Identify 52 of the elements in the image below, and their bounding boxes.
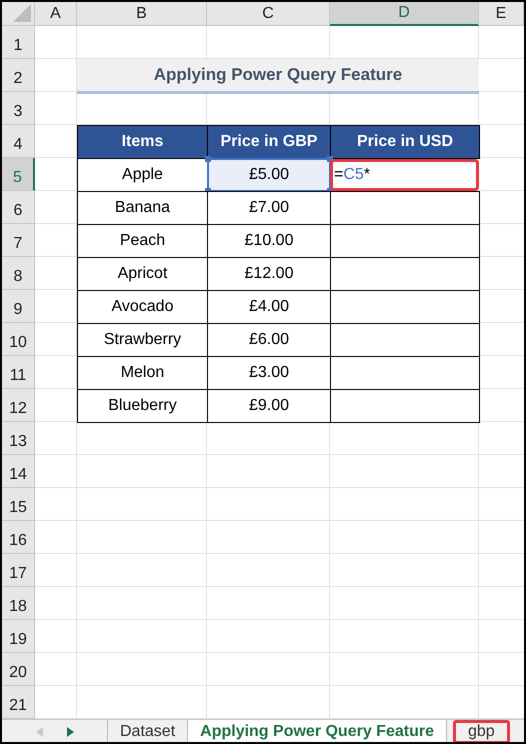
row-header[interactable]: 4: [2, 125, 35, 158]
row-header[interactable]: 15: [2, 488, 35, 521]
table-cell: £3.00: [207, 356, 331, 390]
previous-sheet-icon[interactable]: [36, 727, 44, 737]
table-cell: £6.00: [207, 323, 331, 357]
row-header[interactable]: 1: [2, 26, 35, 59]
row-header[interactable]: 6: [2, 191, 35, 224]
row-header[interactable]: 17: [2, 554, 35, 587]
row-header[interactable]: 5: [2, 158, 35, 191]
row-header[interactable]: 7: [2, 224, 35, 257]
formula-cell[interactable]: =C5*: [330, 159, 479, 191]
column-header[interactable]: D: [330, 2, 479, 26]
column-header[interactable]: A: [35, 2, 77, 26]
sheet-tab[interactable]: gbp: [452, 720, 510, 742]
row-header[interactable]: 9: [2, 290, 35, 323]
table-header-cell: Price in GBP: [207, 125, 331, 159]
table-cell: £9.00: [207, 389, 331, 423]
row-header[interactable]: 10: [2, 323, 35, 356]
table-cell: Melon: [77, 356, 208, 390]
table-cell: Avocado: [77, 290, 208, 324]
row-header[interactable]: 2: [2, 59, 35, 92]
row-header[interactable]: 3: [2, 92, 35, 125]
table-cell: £7.00: [207, 191, 331, 225]
row-header[interactable]: 11: [2, 356, 35, 389]
sheet-title: Applying Power Query Feature: [77, 59, 479, 94]
table-cell: £4.00: [207, 290, 331, 324]
row-header[interactable]: 16: [2, 521, 35, 554]
column-header[interactable]: B: [77, 2, 207, 26]
table-cell: Blueberry: [77, 389, 208, 423]
next-sheet-icon[interactable]: [66, 727, 74, 737]
column-header[interactable]: E: [479, 2, 524, 26]
table-cell: £10.00: [207, 224, 331, 258]
table-cell: £12.00: [207, 257, 331, 291]
row-header[interactable]: 8: [2, 257, 35, 290]
row-header[interactable]: 13: [2, 422, 35, 455]
row-header[interactable]: 19: [2, 620, 35, 653]
select-all-icon[interactable]: [13, 4, 31, 22]
table-cell: Strawberry: [77, 323, 208, 357]
table-cell: Apricot: [77, 257, 208, 291]
table-header-cell: Price in USD: [330, 125, 480, 159]
column-header[interactable]: C: [207, 2, 330, 26]
row-header[interactable]: 20: [2, 653, 35, 686]
row-header[interactable]: 21: [2, 686, 35, 719]
table-cell: Apple: [77, 158, 208, 192]
row-header[interactable]: 14: [2, 455, 35, 488]
table-cell: Peach: [77, 224, 208, 258]
row-header[interactable]: 18: [2, 587, 35, 620]
sheet-tab[interactable]: Applying Power Query Feature: [188, 720, 447, 742]
row-header[interactable]: 12: [2, 389, 35, 422]
table-header-cell: Items: [77, 125, 208, 159]
table-cell: £5.00: [207, 158, 331, 192]
table-cell: Banana: [77, 191, 208, 225]
